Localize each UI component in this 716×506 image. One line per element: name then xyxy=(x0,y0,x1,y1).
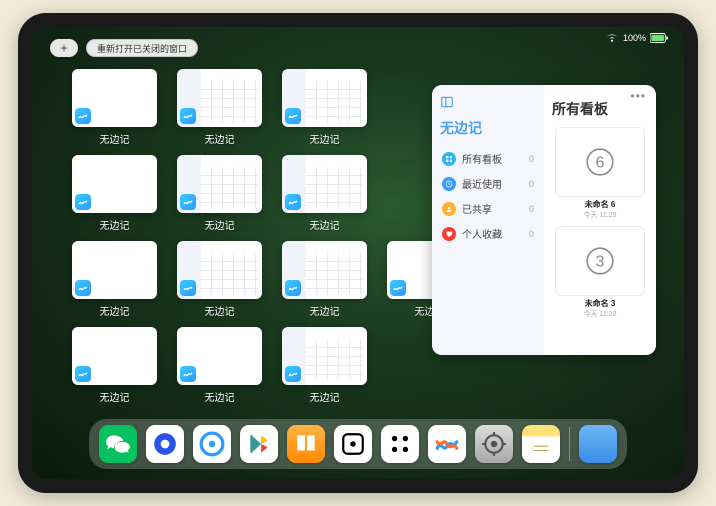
window-label: 无边记 xyxy=(100,389,130,404)
dock-app-folder[interactable] xyxy=(579,425,617,463)
freeform-panel[interactable]: ••• 无边记 所有看板0最近使用0已共享0个人收藏0 所有看板 6未命名 6今… xyxy=(432,85,656,355)
dock-separator xyxy=(569,427,570,461)
sidebar-item-label: 最近使用 xyxy=(462,176,502,191)
sidebar-toggle-icon[interactable] xyxy=(440,95,454,109)
screen: 100% + 重新打开已关闭的窗口 无边记无边记无边记无边记无边记无边记无边记无… xyxy=(32,27,684,479)
panel-content: 所有看板 6未命名 6今天 11:293未命名 3今天 11:28 xyxy=(544,85,656,355)
sidebar-item[interactable]: 已共享 0 xyxy=(440,196,536,221)
window-thumbnail[interactable]: 无边记 xyxy=(177,241,262,321)
window-thumbnail[interactable]: 无边记 xyxy=(282,241,367,321)
window-label: 无边记 xyxy=(205,131,235,146)
ellipsis-icon[interactable]: ••• xyxy=(630,89,646,103)
new-window-button[interactable]: + xyxy=(50,39,78,57)
window-label: 无边记 xyxy=(100,131,130,146)
dock-app-dice[interactable] xyxy=(334,425,372,463)
dock-app-notes[interactable] xyxy=(522,425,560,463)
freeform-app-icon xyxy=(285,194,301,210)
dock xyxy=(89,419,627,469)
freeform-app-icon xyxy=(285,366,301,382)
sidebar-item[interactable]: 最近使用 0 xyxy=(440,171,536,196)
grid-icon xyxy=(442,152,456,166)
board-thumbnail[interactable]: 3 xyxy=(555,226,645,296)
window-thumbnail[interactable]: 无边记 xyxy=(282,69,367,149)
heart-icon xyxy=(442,227,456,241)
svg-text:6: 6 xyxy=(596,155,605,172)
dock-app-settings[interactable] xyxy=(475,425,513,463)
app-switcher-grid: 无边记无边记无边记无边记无边记无边记无边记无边记无边记无边记无边记无边记无边记 xyxy=(72,69,472,407)
dock-app-wechat[interactable] xyxy=(99,425,137,463)
sidebar-item-count: 0 xyxy=(529,179,534,189)
dock-app-qq[interactable] xyxy=(193,425,231,463)
panel-sidebar: 无边记 所有看板 0 最近使用 0 已共享 0 个人收藏 0 xyxy=(432,85,544,355)
dock-app-play[interactable] xyxy=(240,425,278,463)
sidebar-item-label: 个人收藏 xyxy=(462,226,502,241)
freeform-app-icon xyxy=(180,194,196,210)
freeform-app-icon xyxy=(285,280,301,296)
freeform-app-icon xyxy=(390,280,406,296)
window-thumbnail[interactable]: 无边记 xyxy=(72,241,157,321)
window-thumbnail[interactable]: 无边记 xyxy=(177,69,262,149)
dock-app-dots[interactable] xyxy=(381,425,419,463)
sidebar-item[interactable]: 所有看板 0 xyxy=(440,146,536,171)
window-label: 无边记 xyxy=(310,389,340,404)
svg-text:3: 3 xyxy=(596,254,605,271)
window-label: 无边记 xyxy=(100,303,130,318)
freeform-app-icon xyxy=(180,280,196,296)
freeform-app-icon xyxy=(75,366,91,382)
window-label: 无边记 xyxy=(205,389,235,404)
window-thumbnail[interactable]: 无边记 xyxy=(282,155,367,235)
freeform-app-icon xyxy=(180,108,196,124)
freeform-app-icon xyxy=(75,280,91,296)
reopen-closed-window-button[interactable]: 重新打开已关闭的窗口 xyxy=(86,39,198,57)
people-icon xyxy=(442,202,456,216)
window-label: 无边记 xyxy=(310,303,340,318)
sidebar-item-label: 所有看板 xyxy=(462,151,502,166)
ipad-frame: 100% + 重新打开已关闭的窗口 无边记无边记无边记无边记无边记无边记无边记无… xyxy=(18,13,698,493)
sidebar-item[interactable]: 个人收藏 0 xyxy=(440,221,536,246)
sidebar-item-count: 0 xyxy=(529,204,534,214)
window-thumbnail[interactable]: 无边记 xyxy=(282,327,367,407)
battery-icon xyxy=(650,33,668,43)
window-thumbnail[interactable]: 无边记 xyxy=(177,155,262,235)
dock-app-books[interactable] xyxy=(287,425,325,463)
board-date: 今天 11:29 xyxy=(552,210,648,220)
board-thumbnail[interactable]: 6 xyxy=(555,127,645,197)
clock-icon xyxy=(442,177,456,191)
panel-left-title: 无边记 xyxy=(440,118,536,138)
sidebar-item-label: 已共享 xyxy=(462,201,492,216)
freeform-app-icon xyxy=(285,108,301,124)
window-thumbnail[interactable]: 无边记 xyxy=(72,155,157,235)
wifi-icon xyxy=(605,34,619,43)
sidebar-item-count: 0 xyxy=(529,229,534,239)
dock-app-qvideo[interactable] xyxy=(146,425,184,463)
window-thumbnail[interactable]: 无边记 xyxy=(177,327,262,407)
freeform-app-icon xyxy=(75,108,91,124)
sidebar-item-count: 0 xyxy=(529,154,534,164)
battery-label: 100% xyxy=(623,33,646,43)
window-thumbnail[interactable]: 无边记 xyxy=(72,69,157,149)
board-date: 今天 11:28 xyxy=(552,309,648,319)
board-name: 未命名 6 xyxy=(552,199,648,210)
dock-app-freeform[interactable] xyxy=(428,425,466,463)
window-label: 无边记 xyxy=(205,217,235,232)
window-label: 无边记 xyxy=(310,131,340,146)
window-thumbnail[interactable]: 无边记 xyxy=(72,327,157,407)
window-label: 无边记 xyxy=(310,217,340,232)
board-name: 未命名 3 xyxy=(552,298,648,309)
window-label: 无边记 xyxy=(100,217,130,232)
status-bar: 100% xyxy=(605,33,668,43)
freeform-app-icon xyxy=(180,366,196,382)
freeform-app-icon xyxy=(75,194,91,210)
window-label: 无边记 xyxy=(205,303,235,318)
top-controls: + 重新打开已关闭的窗口 xyxy=(50,39,198,57)
